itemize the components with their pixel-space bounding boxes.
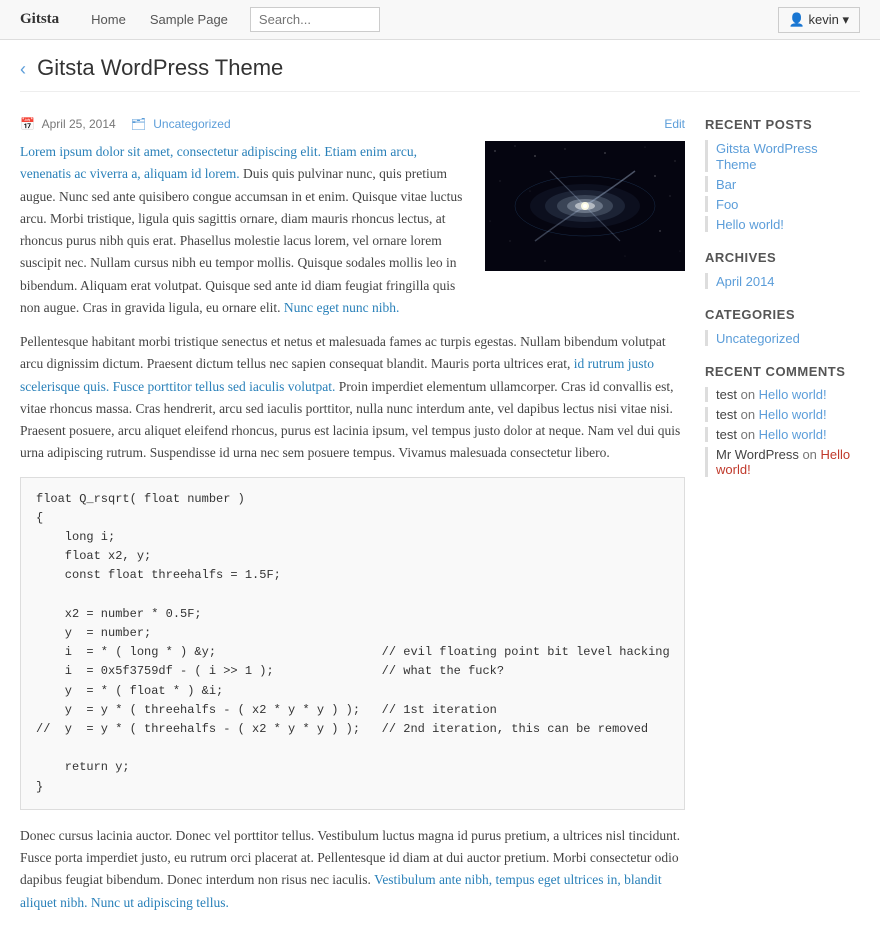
post-meta: 📅 April 25, 2014 🗂 Uncategorized Edit — [20, 117, 685, 131]
on-text: on — [741, 407, 759, 422]
list-item: April 2014 — [705, 273, 860, 289]
post-category: 🗂 Uncategorized — [131, 117, 231, 131]
post-paragraph-2: Pellentesque habitant morbi tristique se… — [20, 331, 685, 465]
on-text: on — [741, 387, 759, 402]
search-input[interactable] — [250, 7, 380, 32]
edit-link[interactable]: Edit — [664, 117, 685, 131]
navbar-brand[interactable]: Gitsta — [20, 11, 59, 28]
list-item: Gitsta WordPress Theme — [705, 140, 860, 172]
categories-heading: CATEGORIES — [705, 307, 860, 322]
page-container: ‹ Gitsta WordPress Theme 📅 April 25, 201… — [0, 40, 880, 926]
page-title-bar: ‹ Gitsta WordPress Theme — [20, 40, 860, 92]
code-block: float Q_rsqrt( float number ) { long i; … — [20, 477, 685, 810]
nav-search — [250, 7, 380, 32]
user-menu-button[interactable]: 👤 kevin ▾ — [778, 7, 860, 33]
recent-post-link[interactable]: Foo — [716, 197, 738, 212]
category-sidebar-link[interactable]: Uncategorized — [716, 331, 800, 346]
recent-post-link[interactable]: Bar — [716, 177, 736, 192]
folder-icon: 🗂 — [131, 117, 146, 131]
comment-post-link[interactable]: Hello world! — [759, 427, 827, 442]
recent-comments-heading: RECENT COMMENTS — [705, 364, 860, 379]
nav-link-sample[interactable]: Sample Page — [138, 0, 240, 40]
user-icon: 👤 — [789, 12, 805, 27]
post-paragraph-3: Donec cursus lacinia auctor. Donec vel p… — [20, 825, 685, 914]
list-item: Uncategorized — [705, 330, 860, 346]
main-layout: 📅 April 25, 2014 🗂 Uncategorized Edit — [20, 107, 860, 926]
nav-right: 👤 kevin ▾ — [778, 7, 860, 33]
categories-list: Uncategorized — [705, 330, 860, 346]
on-text: on — [741, 427, 759, 442]
commenter-name: test — [716, 427, 737, 442]
navbar: Gitsta Home Sample Page 👤 kevin ▾ — [0, 0, 880, 40]
list-item: Foo — [705, 196, 860, 212]
sidebar: RECENT POSTS Gitsta WordPress Theme Bar … — [705, 117, 860, 926]
user-label: kevin — [808, 12, 838, 27]
commenter-name: test — [716, 387, 737, 402]
archives-heading: ARCHIVES — [705, 250, 860, 265]
list-item: Hello world! — [705, 216, 860, 232]
content-area: 📅 April 25, 2014 🗂 Uncategorized Edit — [20, 117, 685, 926]
breadcrumb-chevron: ‹ — [20, 59, 26, 79]
nav-links: Home Sample Page — [79, 0, 240, 40]
page-title-text: Gitsta WordPress Theme — [37, 55, 283, 80]
archive-link[interactable]: April 2014 — [716, 274, 775, 289]
page-title: ‹ Gitsta WordPress Theme — [20, 55, 860, 81]
comment-post-link[interactable]: Hello world! — [759, 387, 827, 402]
commenter-name: Mr WordPress — [716, 447, 799, 462]
archives-list: April 2014 — [705, 273, 860, 289]
comment-item: test on Hello world! — [705, 427, 860, 442]
on-text: on — [802, 447, 820, 462]
post-image — [485, 141, 685, 278]
comment-item: test on Hello world! — [705, 407, 860, 422]
calendar-icon: 📅 — [20, 117, 35, 131]
commenter-name: test — [716, 407, 737, 422]
dropdown-icon: ▾ — [842, 12, 849, 27]
comment-post-link[interactable]: Hello world! — [759, 407, 827, 422]
recent-posts-heading: RECENT POSTS — [705, 117, 860, 132]
post-body: Lorem ipsum dolor sit amet, consectetur … — [20, 141, 685, 914]
category-link[interactable]: Uncategorized — [153, 117, 230, 131]
comment-item: test on Hello world! — [705, 387, 860, 402]
post-date: 📅 April 25, 2014 — [20, 117, 116, 131]
recent-post-link[interactable]: Hello world! — [716, 217, 784, 232]
recent-post-link[interactable]: Gitsta WordPress Theme — [716, 141, 818, 172]
recent-posts-list: Gitsta WordPress Theme Bar Foo Hello wor… — [705, 140, 860, 232]
list-item: Bar — [705, 176, 860, 192]
comment-item-mr-wordpress: Mr WordPress on Hello world! — [705, 447, 860, 477]
nav-link-home[interactable]: Home — [79, 0, 138, 40]
